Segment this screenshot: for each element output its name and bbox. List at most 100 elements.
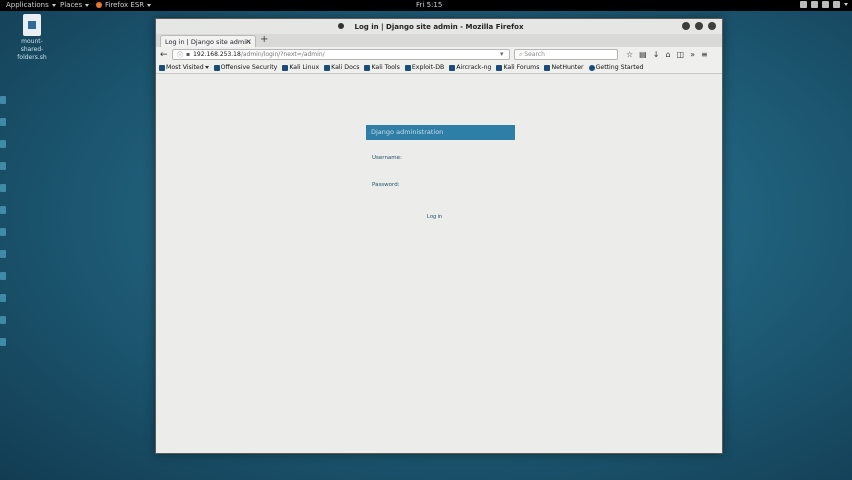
applications-menu[interactable]: Applications <box>6 1 56 9</box>
clock[interactable]: Fri 5:15 <box>416 1 442 9</box>
bookmarks-toolbar: Most Visited Offensive Security Kali Lin… <box>156 62 722 74</box>
desktop-file-label: mount-shared-folders.sh <box>17 38 47 61</box>
bookmark-label: Getting Started <box>595 64 644 71</box>
aircrack-icon <box>449 64 456 71</box>
screen-icon <box>800 1 807 8</box>
search-placeholder: Search <box>524 51 545 58</box>
back-button[interactable]: ← <box>160 50 168 60</box>
firefox-icon <box>96 2 102 8</box>
url-host: 192.168.253.18 <box>193 51 241 58</box>
more-tools-icon[interactable]: » <box>690 50 695 59</box>
chevron-down-icon <box>147 3 152 7</box>
bookmark-label: Kali Tools <box>371 64 400 71</box>
close-button[interactable] <box>708 22 716 30</box>
library-icon[interactable]: ▤ <box>639 50 647 59</box>
dock-app-icon[interactable] <box>0 162 6 170</box>
dock-app-icon[interactable] <box>0 118 6 126</box>
new-tab-button[interactable]: + <box>260 34 268 45</box>
tab-label: Log in | Django site admin <box>165 38 251 46</box>
bookmark-kali-tools[interactable]: Kali Tools <box>364 64 400 71</box>
bookmark-label: Most Visited <box>166 64 204 71</box>
page-content: Django administration Username: Password… <box>156 75 722 453</box>
script-file-icon <box>23 14 41 36</box>
url-path: /admin/login/?next=/admin/ <box>240 51 325 58</box>
chevron-down-icon <box>204 66 209 69</box>
bookmark-label: NetHunter <box>551 64 584 71</box>
dock <box>0 96 8 396</box>
maximize-button[interactable] <box>695 22 703 30</box>
chevron-down-icon <box>844 3 848 6</box>
offsec-icon <box>213 64 220 71</box>
username-label: Username: <box>372 155 402 161</box>
bookmark-label: Aircrack-ng <box>456 64 492 71</box>
bookmark-label: Exploit-DB <box>411 64 445 71</box>
url-bar[interactable]: ⓘ ▪ 192.168.253.18/admin/login/?next=/ad… <box>172 49 510 60</box>
menu-icon[interactable]: ≡ <box>701 50 708 59</box>
bookmark-label: Kali Linux <box>289 64 320 71</box>
url-dropdown-icon[interactable]: ▾ <box>500 50 504 58</box>
close-icon[interactable]: × <box>245 37 252 46</box>
bookmark-nethunter[interactable]: NetHunter <box>544 64 584 71</box>
firefox-window: Log in | Django site admin - Mozilla Fir… <box>155 18 723 454</box>
tab-bar: Log in | Django site admin × + <box>156 34 722 47</box>
kali-icon <box>364 64 371 71</box>
bookmark-label: Kali Forums <box>503 64 540 71</box>
dock-app-icon[interactable] <box>0 96 6 104</box>
bookmark-getting-started[interactable]: Getting Started <box>588 64 644 71</box>
bookmark-exploit-db[interactable]: Exploit-DB <box>404 64 445 71</box>
bookmark-most-visited[interactable]: Most Visited <box>159 64 209 71</box>
dock-app-icon[interactable] <box>0 228 6 236</box>
navigation-bar: ← ⓘ ▪ 192.168.253.18/admin/login/?next=/… <box>156 47 722 62</box>
pocket-icon[interactable]: ◫ <box>677 50 685 59</box>
chevron-down-icon <box>85 3 90 7</box>
system-tray[interactable] <box>800 1 848 8</box>
gear-icon <box>159 64 165 71</box>
globe-icon <box>588 64 595 71</box>
dock-app-icon[interactable] <box>0 250 6 258</box>
kali-icon <box>496 64 503 71</box>
applications-label: Applications <box>6 1 49 9</box>
download-icon[interactable]: ↓ <box>653 50 660 59</box>
bookmark-offensive-security[interactable]: Offensive Security <box>213 64 278 71</box>
search-icon: ⌕ <box>519 51 523 58</box>
bookmark-kali-linux[interactable]: Kali Linux <box>282 64 319 71</box>
login-button[interactable]: Log in <box>427 214 442 220</box>
dock-app-icon[interactable] <box>0 184 6 192</box>
lock-icon: ▪ <box>186 51 191 58</box>
kali-icon <box>544 64 551 71</box>
django-header: Django administration <box>366 125 515 140</box>
bookmark-star-icon[interactable]: ☆ <box>626 50 633 59</box>
password-label: Password: <box>372 182 400 188</box>
bookmark-label: Kali Docs <box>331 64 360 71</box>
dock-app-icon[interactable] <box>0 140 6 148</box>
bookmark-kali-forums[interactable]: Kali Forums <box>496 64 539 71</box>
info-icon[interactable]: ⓘ <box>177 50 183 59</box>
tab-django-login[interactable]: Log in | Django site admin × <box>160 35 256 47</box>
power-icon <box>833 1 840 8</box>
minimize-button[interactable] <box>682 22 690 30</box>
volume-icon <box>822 1 829 8</box>
dock-app-icon[interactable] <box>0 338 6 346</box>
firefox-app-menu[interactable]: Firefox ESR <box>96 1 152 9</box>
dock-app-icon[interactable] <box>0 294 6 302</box>
dock-app-icon[interactable] <box>0 316 6 324</box>
dock-app-icon[interactable] <box>0 206 6 214</box>
top-panel: Applications Places Firefox ESR Fri 5:15 <box>0 0 852 11</box>
kali-icon <box>324 64 331 71</box>
exploitdb-icon <box>404 64 411 71</box>
places-menu[interactable]: Places <box>60 1 90 9</box>
firefox-icon <box>338 23 344 29</box>
bookmark-label: Offensive Security <box>220 64 278 71</box>
places-label: Places <box>60 1 83 9</box>
dock-app-icon[interactable] <box>0 272 6 280</box>
network-icon <box>811 1 818 8</box>
desktop-file[interactable]: mount-shared-folders.sh <box>12 14 52 62</box>
bookmark-aircrack-ng[interactable]: Aircrack-ng <box>449 64 491 71</box>
home-icon[interactable]: ⌂ <box>665 50 670 59</box>
chevron-down-icon <box>51 3 56 7</box>
firefox-label: Firefox ESR <box>105 1 145 9</box>
kali-icon <box>282 64 289 71</box>
search-input[interactable]: ⌕ Search <box>514 49 618 60</box>
window-titlebar[interactable]: Log in | Django site admin - Mozilla Fir… <box>156 19 722 34</box>
bookmark-kali-docs[interactable]: Kali Docs <box>324 64 359 71</box>
